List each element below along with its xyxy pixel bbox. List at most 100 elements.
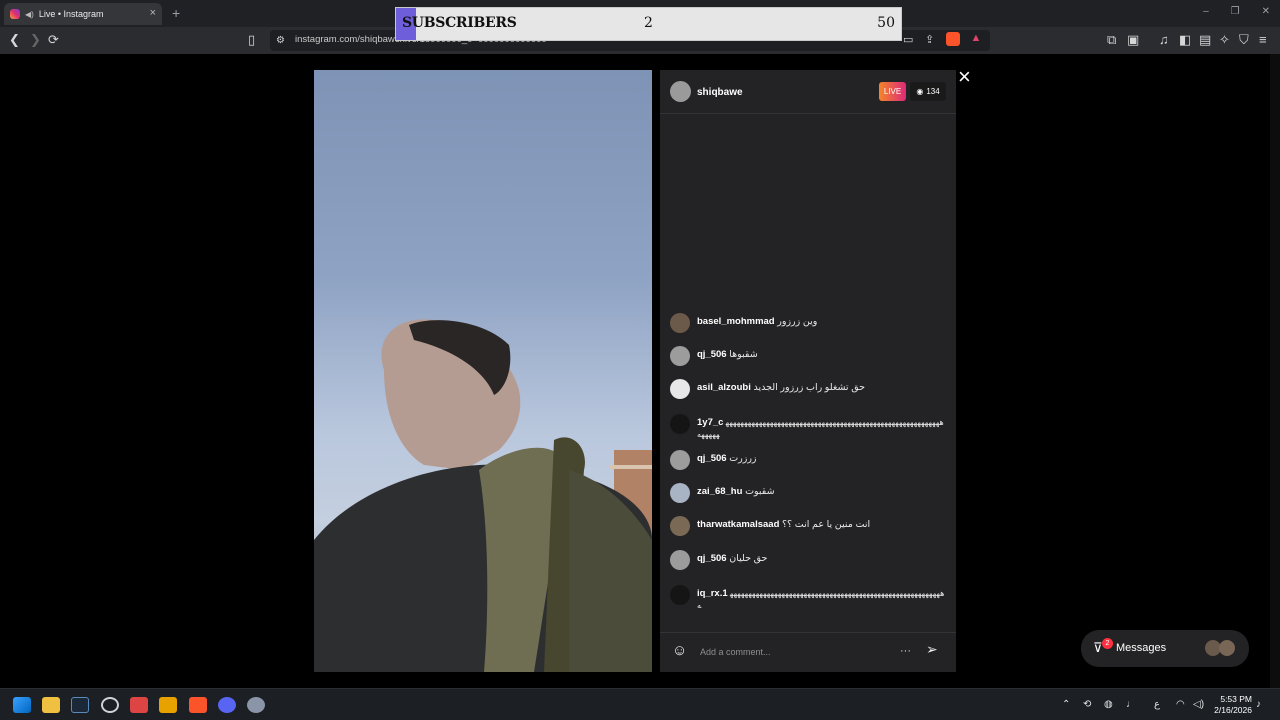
comment-username[interactable]: 1y7_c [697, 417, 723, 428]
more-options-icon[interactable]: ··· [900, 645, 911, 657]
reload-icon[interactable]: ⟳ [48, 32, 59, 48]
viewer-count-badge: ◉ 134 [910, 82, 946, 101]
comment-text: هههههههههههههههههههههههههههههههههههههههه… [697, 589, 945, 610]
comment-avatar[interactable] [670, 585, 690, 605]
message-avatar [1219, 640, 1235, 656]
messages-label: Messages [1116, 642, 1167, 654]
sidebar-icon[interactable]: ◧ [1179, 32, 1191, 48]
comment-username[interactable]: qj_506 [697, 553, 727, 564]
comment-text: شقبوها [729, 349, 758, 360]
comment-username[interactable]: qj_506 [697, 349, 727, 360]
clock-time: 5:53 PM [1220, 694, 1252, 704]
bookmark-icon[interactable]: ▯ [248, 32, 255, 48]
sync-icon[interactable]: ⟲ [1083, 699, 1091, 711]
live-chat-panel: shiqbawe LIVE ◉ 134 basel_mohmmad وين زر… [660, 70, 956, 672]
tab-close-icon[interactable]: × [150, 7, 156, 19]
menu-icon[interactable]: ≡ [1259, 32, 1267, 48]
comment-text: حق حليان [729, 553, 768, 564]
site-settings-icon[interactable]: ⚙ [276, 33, 285, 49]
messages-badge: 2 [1102, 638, 1113, 649]
comment-text: شقبوت [745, 486, 775, 497]
language-indicator[interactable]: ع [1154, 699, 1160, 711]
subscriber-goal-bar: SUBSCRIBERS 2 50 [395, 7, 902, 41]
live-header: shiqbawe LIVE ◉ 134 [660, 70, 956, 114]
comment-username[interactable]: tharwatkamalsaad [697, 519, 779, 530]
windows-taskbar: ⌃ ⟲ ◍ ♩ ع ◠ ◁) 5:53 PM 2/16/2026 ♪ [0, 688, 1280, 720]
comment-username[interactable]: zai_68_hu [697, 486, 742, 497]
share-icon[interactable]: ⇪ [925, 32, 934, 48]
comment-bar: ☺ ··· ➢ [660, 632, 956, 672]
comment-avatar[interactable] [670, 450, 690, 470]
system-clock[interactable]: 5:53 PM 2/16/2026 [1214, 694, 1252, 716]
discord-icon[interactable] [218, 697, 236, 713]
eye-icon: ◉ [916, 87, 924, 96]
new-tab-button[interactable]: + [172, 5, 180, 21]
leo-ai-icon[interactable]: ✧ [1219, 32, 1230, 48]
start-icon[interactable] [13, 697, 31, 713]
minimize-icon[interactable]: – [1203, 6, 1209, 17]
maximize-icon[interactable]: ❐ [1231, 6, 1240, 17]
comment-username[interactable]: asil_alzoubi [697, 382, 751, 393]
host-avatar[interactable] [670, 81, 691, 102]
video-frame [314, 319, 652, 672]
volume-icon[interactable]: ◁) [1193, 699, 1204, 711]
subscriber-count: 2 [644, 15, 653, 31]
tray-overflow-icon[interactable]: ⌃ [1062, 699, 1070, 711]
brave-rewards-icon[interactable]: ▲ [969, 32, 983, 46]
comment-avatar[interactable] [670, 414, 690, 434]
subscriber-goal-target: 50 [877, 15, 895, 31]
messages-button[interactable]: ⊽ 2 Messages [1081, 630, 1249, 667]
comment-avatar[interactable] [670, 516, 690, 536]
comment-avatar[interactable] [670, 483, 690, 503]
comment-text: حق تشغلو راب زرزور الجديد [753, 382, 866, 393]
clock-date: 2/16/2026 [1214, 705, 1252, 715]
subscriber-goal-label: SUBSCRIBERS [402, 15, 517, 31]
tab-title: Live • Instagram [38, 9, 104, 19]
steam-icon[interactable] [71, 697, 89, 713]
brave-shields-icon[interactable] [946, 32, 960, 46]
extensions-icon[interactable]: ⧉ [1107, 32, 1116, 48]
comment-avatar[interactable] [670, 346, 690, 366]
live-badge: LIVE [879, 82, 906, 101]
settings-icon[interactable] [247, 697, 265, 713]
comment-avatar[interactable] [670, 550, 690, 570]
media-icon[interactable]: ▣ [1127, 32, 1139, 48]
comment-username[interactable]: basel_mohmmad [697, 316, 775, 327]
instagram-favicon-icon [10, 9, 20, 19]
wallet-icon[interactable]: ▤ [1199, 32, 1211, 48]
scrollbar[interactable] [1270, 54, 1280, 688]
viewer-count: 134 [926, 87, 940, 96]
comment-text: زرزرت [729, 453, 757, 464]
app-icon[interactable] [130, 697, 148, 713]
back-icon[interactable]: ❮ [9, 32, 20, 48]
wifi-icon[interactable]: ◠ [1176, 699, 1185, 711]
comment-username[interactable]: iq_rx.1 [697, 588, 728, 599]
comment-avatar[interactable] [670, 313, 690, 333]
speaker-icon[interactable]: ◀) [25, 10, 34, 19]
comment-text: وين زرزور [777, 316, 818, 327]
app-icon[interactable] [159, 697, 177, 713]
comment-text: هههههههههههههههههههههههههههههههههههههههه… [697, 418, 944, 439]
browser-tab[interactable]: ◀) Live • Instagram × [4, 3, 162, 25]
comment-input[interactable] [700, 644, 890, 660]
vpn-icon[interactable]: ⛉ [1239, 32, 1249, 48]
file-explorer-icon[interactable] [42, 697, 60, 713]
live-video[interactable] [314, 70, 652, 672]
comment-username[interactable]: qj_506 [697, 453, 727, 464]
host-username[interactable]: shiqbawe [697, 87, 743, 98]
close-icon[interactable]: × [958, 66, 971, 88]
emoji-icon[interactable]: ☺ [672, 642, 687, 660]
obs-icon[interactable] [101, 697, 119, 713]
forward-icon[interactable]: ❯ [30, 32, 41, 48]
send-icon[interactable]: ➢ [926, 641, 938, 658]
brave-icon[interactable] [189, 697, 207, 713]
notification-bell-icon[interactable]: ♪ [1256, 699, 1261, 711]
window-controls: – ❐ ✕ [1203, 6, 1270, 17]
comment-text: انت منين يا عم انت ؟؟ [782, 519, 871, 530]
microphone-icon[interactable]: ♩ [1126, 699, 1136, 711]
comment-avatar[interactable] [670, 379, 690, 399]
discord-tray-icon[interactable]: ◍ [1104, 699, 1113, 711]
music-icon[interactable]: ♫ [1159, 32, 1169, 48]
cast-icon[interactable]: ▭ [903, 32, 913, 48]
close-window-icon[interactable]: ✕ [1262, 6, 1270, 17]
